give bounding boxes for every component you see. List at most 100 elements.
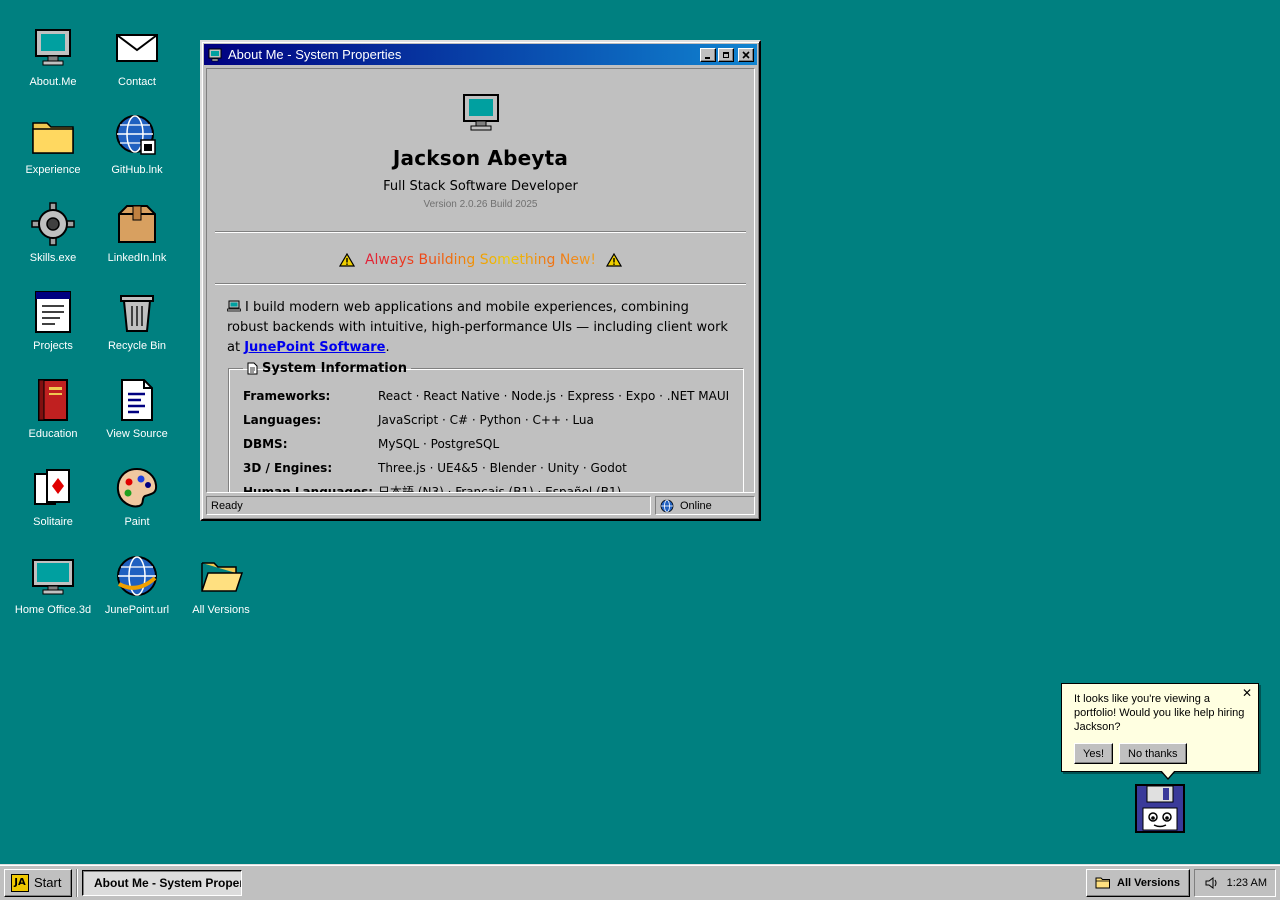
minimize-button[interactable] <box>700 47 716 62</box>
info-key: 3D / Engines: <box>243 461 333 475</box>
window-title: About Me - System Properties <box>228 47 402 62</box>
desktop-icon-linkedin[interactable]: LinkedIn.lnk <box>95 200 179 266</box>
info-key: Frameworks: <box>243 389 331 403</box>
box-icon <box>113 200 161 248</box>
info-row-human-languages: Human Languages: 日本語 (N3) · Français (B1… <box>243 480 729 493</box>
status-bar: Ready Online <box>206 496 755 515</box>
desktop-icon-label: All Versions <box>192 604 250 616</box>
info-row-engines: 3D / Engines: Three.js · UE4&5 · Blender… <box>243 456 729 480</box>
info-key: Languages: <box>243 413 322 427</box>
divider <box>215 283 746 285</box>
maximize-icon <box>723 51 729 58</box>
desktop-icon-projects[interactable]: Projects <box>11 288 95 354</box>
yes-button[interactable]: Yes! <box>1074 743 1114 764</box>
info-row-languages: Languages: JavaScript · C# · Python · C+… <box>243 408 729 432</box>
open-folder-icon <box>197 552 245 600</box>
document-icon <box>247 362 258 375</box>
about-me-window[interactable]: About Me - System Properties Jackson Abe… <box>200 40 761 521</box>
assistant-bubble: ✕ It looks like you're viewing a portfol… <box>1061 683 1259 780</box>
taskbar-separator <box>76 868 78 897</box>
profile-name: Jackson Abeyta <box>392 146 569 170</box>
profile-header: Jackson Abeyta Full Stack Software Devel… <box>207 69 754 210</box>
globe-icon <box>660 499 674 513</box>
monitor-icon <box>29 24 77 72</box>
desktop-icon-label: About.Me <box>29 76 77 88</box>
connection-status: Online <box>655 496 755 515</box>
desktop-icon-label: JunePoint.url <box>104 604 170 616</box>
internet-globe-icon <box>113 552 161 600</box>
info-row-frameworks: Frameworks: React · React Native · Node.… <box>243 384 729 408</box>
bubble-close-button[interactable]: ✕ <box>1242 686 1252 700</box>
info-value: React · React Native · Node.js · Express… <box>378 389 730 403</box>
intro-paragraph: I build modern web applications and mobi… <box>227 298 734 358</box>
info-row-dbms: DBMS: MySQL · PostgreSQL <box>243 432 729 456</box>
info-value: 日本語 (N3) · Français (B1) · Español (B1) <box>378 485 622 493</box>
desktop-icon-all-versions[interactable]: All Versions <box>179 552 263 618</box>
laptop-icon <box>227 300 241 312</box>
folder-icon <box>1095 877 1110 889</box>
desktop-icon-label: GitHub.lnk <box>111 164 163 176</box>
desktop-icon-label: Projects <box>33 340 73 352</box>
envelope-icon <box>113 24 161 72</box>
close-button[interactable] <box>738 47 754 62</box>
tagline-text: Always Building Something New! <box>364 252 597 268</box>
floppy-assistant-icon[interactable] <box>1135 784 1185 833</box>
desktop-icon-experience[interactable]: Experience <box>11 112 95 178</box>
computer-icon <box>462 94 499 131</box>
close-icon <box>742 50 750 59</box>
desktop-icon-label: Recycle Bin <box>107 340 167 352</box>
taskbar-window-button[interactable]: About Me - System Properties <box>82 869 242 896</box>
desktop-icon-label: Skills.exe <box>29 252 77 264</box>
desktop-icon-skills[interactable]: Skills.exe <box>11 200 95 266</box>
desktop-icon-junepoint[interactable]: JunePoint.url <box>95 552 179 618</box>
system-information-group: System Information Frameworks: React · R… <box>228 361 745 493</box>
desktop-icon-view-source[interactable]: View Source <box>95 376 179 442</box>
desktop-icon-about-me[interactable]: About.Me <box>11 24 95 90</box>
tagline: Always Building Something New! <box>207 252 754 268</box>
all-versions-button[interactable]: All Versions <box>1086 868 1190 897</box>
desktop-icon-contact[interactable]: Contact <box>95 24 179 90</box>
start-button[interactable]: JA Start <box>4 868 72 897</box>
maximize-button[interactable] <box>718 47 734 62</box>
system-information-legend: System Information <box>243 361 411 376</box>
desktop-icon-education[interactable]: Education <box>11 376 95 442</box>
book-icon <box>29 376 77 424</box>
desktop-icon-home-office[interactable]: Home Office.3d <box>11 552 95 618</box>
desktop-icon-github[interactable]: GitHub.lnk <box>95 112 179 178</box>
info-key: DBMS: <box>243 437 288 451</box>
cards-icon <box>29 464 77 512</box>
info-value: JavaScript · C# · Python · C++ · Lua <box>378 413 594 427</box>
start-label: Start <box>34 875 62 890</box>
no-thanks-button[interactable]: No thanks <box>1119 743 1187 764</box>
globe-shortcut-icon <box>113 112 161 160</box>
desktop-icon-label: Home Office.3d <box>14 604 92 616</box>
divider <box>215 231 746 233</box>
desktop-icon-recycle-bin[interactable]: Recycle Bin <box>95 288 179 354</box>
desktop-icon-label: Education <box>28 428 78 440</box>
desktop-icon-label: Paint <box>124 516 150 528</box>
desktop-icon-solitaire[interactable]: Solitaire <box>11 464 95 530</box>
trash-icon <box>113 288 161 336</box>
folder-icon <box>29 112 77 160</box>
window-content[interactable]: Jackson Abeyta Full Stack Software Devel… <box>206 68 755 493</box>
info-value: MySQL · PostgreSQL <box>378 437 500 451</box>
assistant-actions: Yes! No thanks <box>1074 743 1246 764</box>
junepoint-link[interactable]: JunePoint Software <box>244 340 385 355</box>
text-file-icon <box>113 376 161 424</box>
computer-icon <box>208 48 222 61</box>
assistant-message: It looks like you're viewing a portfolio… <box>1074 693 1245 733</box>
speaker-icon[interactable] <box>1205 876 1219 889</box>
connection-status-text: Online <box>680 499 712 512</box>
start-logo-icon: JA <box>11 873 29 892</box>
window-titlebar[interactable]: About Me - System Properties <box>204 44 757 65</box>
desktop-icon-paint[interactable]: Paint <box>95 464 179 530</box>
taskbar-window-label: About Me - System Properties <box>94 875 241 890</box>
info-value: Three.js · UE4&5 · Blender · Unity · God… <box>378 461 627 475</box>
legend-text: System Information <box>262 361 407 376</box>
bubble-tail-fill <box>1161 770 1175 778</box>
status-text: Ready <box>206 496 651 515</box>
desktop-icon-label: View Source <box>106 428 168 440</box>
gear-icon <box>29 200 77 248</box>
clock[interactable]: 1:23 AM <box>1227 877 1267 889</box>
version-text: Version 2.0.26 Build 2025 <box>423 199 538 210</box>
